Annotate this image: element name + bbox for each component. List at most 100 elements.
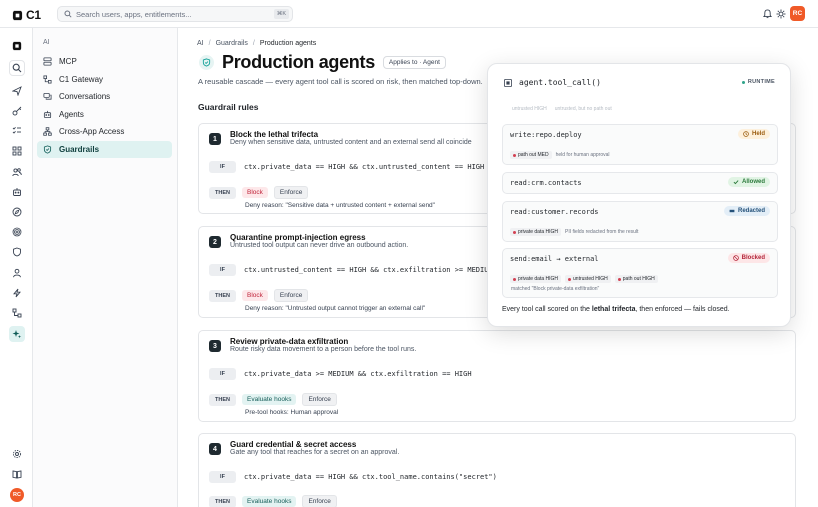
tool-call-name: send:email → external	[510, 255, 599, 263]
search-input[interactable]: Search users, apps, entitlements... ⌘K	[57, 6, 293, 22]
breadcrumb-current: Production agents	[259, 40, 317, 47]
nav-item-agents[interactable]: Agents	[37, 106, 172, 123]
rule-card[interactable]: 4 Guard credential & secret access Gate …	[198, 433, 796, 507]
rule-description: Deny when sensitive data, untrusted cont…	[230, 139, 472, 146]
applies-to-badge: Applies to · Agent	[382, 56, 446, 69]
risk-dot-icon	[513, 230, 516, 234]
page-header: Production agents Applies to · Agent	[199, 52, 446, 73]
action-block-chip[interactable]: Block	[242, 290, 268, 301]
fingerprint-icon[interactable]	[9, 224, 25, 240]
risk-dot-icon	[617, 277, 621, 281]
status-label: Blocked	[741, 255, 765, 261]
users-icon[interactable]	[9, 164, 25, 180]
status-label: Allowed	[741, 179, 765, 185]
home-logo-icon[interactable]	[9, 38, 25, 54]
rule-action-row: THEN Evaluate hooks Enforce	[209, 393, 787, 406]
logo[interactable]: C1	[12, 8, 41, 22]
checklist-icon[interactable]	[9, 123, 25, 139]
nav-item-label: Cross-App Access	[59, 127, 125, 136]
shield-icon	[199, 55, 214, 70]
breadcrumb-guardrails[interactable]: Guardrails	[216, 40, 248, 47]
risk-pills: private data HIGH PII fields redacted fr…	[510, 228, 638, 236]
risk-pill: private data HIGH	[510, 275, 562, 283]
rule-condition-row: IF ctx.private_data >= MEDIUM && ctx.exf…	[209, 368, 787, 380]
popover-header: agent.tool_call()	[504, 78, 601, 87]
breadcrumb-ai[interactable]: AI	[197, 40, 204, 47]
robot-icon[interactable]	[9, 184, 25, 200]
search-icon	[64, 10, 72, 18]
then-tag: THEN	[209, 495, 236, 507]
nav-item-label: C1 Gateway	[59, 75, 104, 84]
risk-dot-icon	[513, 277, 516, 281]
risk-pill-label: untrusted HIGH	[573, 276, 608, 282]
action-block-chip[interactable]: Block	[242, 187, 268, 198]
send-icon[interactable]	[9, 83, 25, 99]
nav-item-mcp[interactable]: MCP	[37, 53, 172, 70]
risk-dot-icon	[568, 277, 572, 281]
bell-icon[interactable]	[763, 9, 772, 19]
faded-call-row: untrusted HIGH untrusted, but no path ou…	[512, 106, 612, 112]
ai-sparkle-icon[interactable]	[9, 326, 25, 342]
risk-dot-icon	[513, 153, 516, 157]
action-enforce-chip[interactable]: Enforce	[273, 186, 309, 199]
action-enforce-chip[interactable]: Enforce	[273, 289, 309, 302]
call-outcome-text: PII fields redacted from the result	[565, 229, 639, 235]
hierarchy-icon	[43, 127, 52, 136]
person-icon[interactable]	[9, 265, 25, 281]
nav-section-label: AI	[43, 39, 50, 46]
tool-call-card[interactable]: read:customer.records Redacted private d…	[502, 201, 778, 242]
bolt-icon[interactable]	[9, 285, 25, 301]
docs-book-icon[interactable]	[9, 466, 25, 482]
risk-pill: path out HIGH	[614, 275, 658, 283]
action-enforce-chip[interactable]: Enforce	[302, 393, 337, 406]
apps-grid-icon[interactable]	[9, 143, 25, 159]
workflow-icon[interactable]	[9, 305, 25, 321]
breadcrumb-separator: /	[252, 40, 255, 47]
rule-card[interactable]: 3 Review private-data exfiltration Route…	[198, 330, 796, 422]
risk-pills: path out MED held for human approval	[510, 151, 610, 159]
settings-icon[interactable]	[9, 446, 25, 462]
nav-item-label: MCP	[59, 57, 77, 66]
action-evaluate-hooks-chip[interactable]: Evaluate hooks	[242, 496, 297, 507]
rules-heading: Guardrail rules	[198, 102, 259, 112]
risk-pill-label: path out HIGH	[622, 276, 655, 282]
rule-condition[interactable]: ctx.private_data == HIGH && ctx.untruste…	[244, 163, 484, 171]
section-nav: AI MCP C1 Gateway Conversations Agents C…	[33, 28, 178, 507]
page-title: Production agents	[222, 52, 375, 72]
gateway-icon	[43, 75, 52, 84]
then-tag: THEN	[209, 186, 236, 199]
top-bar: C1 Search users, apps, entitlements... ⌘…	[0, 0, 818, 28]
status-held-badge: Held	[737, 129, 770, 139]
rule-condition[interactable]: ctx.private_data == HIGH && ctx.tool_nam…	[244, 473, 497, 481]
tool-call-card[interactable]: send:email → external Blocked private da…	[502, 248, 778, 298]
action-evaluate-hooks-chip[interactable]: Evaluate hooks	[242, 394, 297, 405]
shield-check-icon[interactable]	[9, 244, 25, 260]
nav-item-c1-gateway[interactable]: C1 Gateway	[37, 71, 172, 88]
theme-toggle-icon[interactable]	[776, 9, 786, 19]
rail-search-icon[interactable]	[9, 60, 25, 76]
risk-pill: private data HIGH	[510, 228, 562, 236]
compass-icon[interactable]	[9, 204, 25, 220]
search-placeholder: Search users, apps, entitlements...	[76, 9, 192, 19]
if-tag: IF	[209, 161, 236, 173]
tool-call-card[interactable]: read:crm.contacts Allowed	[502, 172, 778, 194]
tool-call-name: read:crm.contacts	[510, 179, 582, 187]
rule-title: Guard credential & secret access	[230, 440, 357, 449]
nav-item-label: Conversations	[59, 92, 111, 101]
risk-pill: untrusted HIGH	[565, 275, 611, 283]
rule-condition[interactable]: ctx.untrusted_content == HIGH && ctx.exf…	[244, 266, 493, 274]
rail-user-avatar[interactable]: RC	[10, 488, 24, 502]
popover-footer: Every tool call scored on the lethal tri…	[502, 306, 730, 313]
key-icon[interactable]	[9, 103, 25, 119]
nav-item-cross-app-access[interactable]: Cross-App Access	[37, 123, 172, 140]
action-enforce-chip[interactable]: Enforce	[302, 495, 337, 507]
nav-item-guardrails[interactable]: Guardrails	[37, 141, 172, 158]
user-avatar[interactable]: RC	[790, 6, 805, 21]
rule-action-row: THEN Evaluate hooks Enforce	[209, 495, 787, 507]
rule-condition[interactable]: ctx.private_data >= MEDIUM && ctx.exfilt…	[244, 370, 472, 378]
rule-note: Deny reason: "Untrusted output cannot tr…	[245, 305, 426, 312]
rule-description: Route risky data movement to a person be…	[230, 346, 417, 353]
risk-pill-label: path out MED	[518, 152, 549, 158]
tool-call-card[interactable]: write:repo.deploy Held path out MED held…	[502, 124, 778, 165]
nav-item-conversations[interactable]: Conversations	[37, 88, 172, 105]
